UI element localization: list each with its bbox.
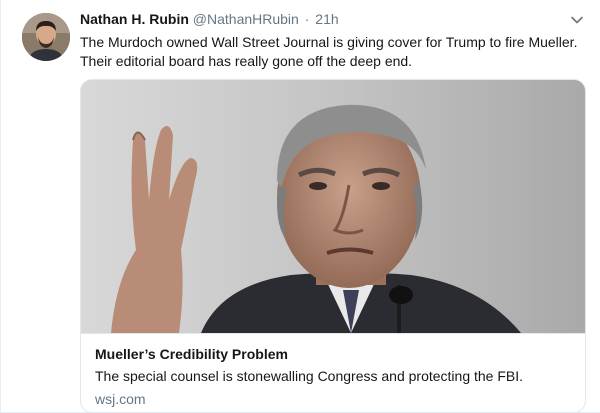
author-name[interactable]: Nathan H. Rubin [80,11,189,27]
card-domain: wsj.com [95,391,146,407]
tweet[interactable]: Nathan H. Rubin @NathanHRubin · 21h The … [0,0,600,413]
tweet-header: Nathan H. Rubin @NathanHRubin · 21h [80,10,339,28]
separator-dot: · [304,11,310,27]
avatar-image [22,13,70,61]
link-card[interactable]: Mueller’s Credibility Problem The specia… [80,79,586,413]
author-handle[interactable]: @NathanHRubin [193,11,299,27]
card-description: The special counsel is stonewalling Cong… [95,368,524,384]
avatar[interactable] [22,13,70,61]
card-image[interactable] [81,80,585,333]
tweet-text-line1: The Murdoch owned Wall Street Journal is… [80,34,578,50]
card-title[interactable]: Mueller’s Credibility Problem [95,345,288,363]
tweet-text-line2: Their editorial board has really gone of… [80,53,413,69]
timestamp[interactable]: 21h [315,11,338,27]
tweet-text: The Murdoch owned Wall Street Journal is… [80,33,590,71]
card-body[interactable]: Mueller’s Credibility Problem The specia… [81,333,585,412]
chevron-down-icon[interactable] [570,13,584,27]
